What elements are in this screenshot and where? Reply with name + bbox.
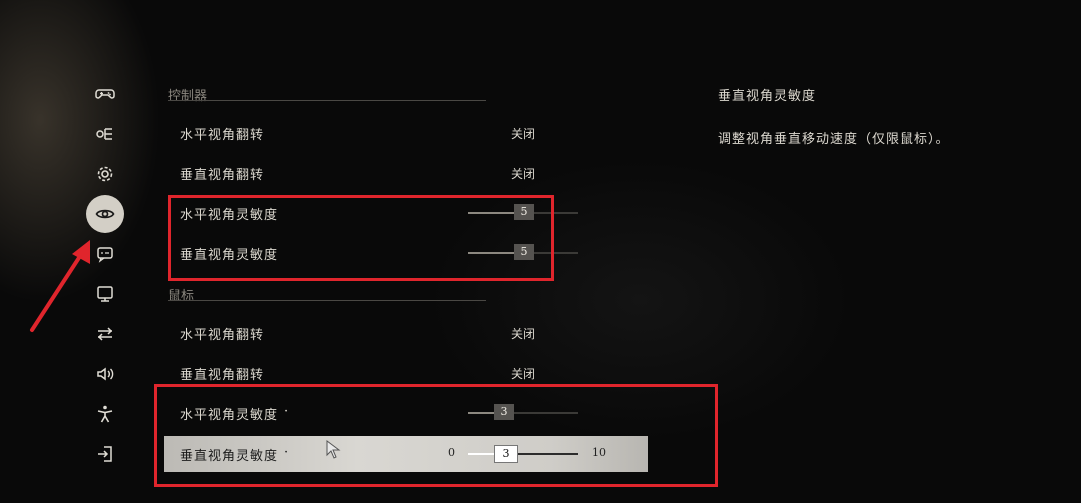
row-label: 垂直视角翻转	[180, 368, 265, 383]
exit-icon[interactable]	[86, 435, 124, 473]
toggle-value[interactable]: 关闭	[511, 325, 535, 342]
setting-row-mouse-horizontal-invert[interactable]: 水平视角翻转 关闭	[164, 315, 648, 351]
section-title-mouse: 鼠标	[168, 289, 195, 304]
annotation-box-mouse	[154, 384, 718, 487]
eye-icon[interactable]	[86, 195, 124, 233]
description-text: 调整视角垂直移动速度（仅限鼠标）。	[718, 132, 950, 147]
annotation-box-controller	[168, 195, 554, 281]
row-label: 水平视角翻转	[180, 128, 265, 143]
toggle-value[interactable]: 关闭	[511, 365, 535, 382]
toggle-value[interactable]: 关闭	[511, 165, 535, 182]
section-divider	[168, 100, 486, 101]
row-label: 垂直视角翻转	[180, 168, 265, 183]
section-divider	[168, 300, 486, 301]
annotation-arrow-icon	[30, 240, 90, 332]
controls-toggle-icon[interactable]	[86, 115, 124, 153]
row-label: 水平视角翻转	[180, 328, 265, 343]
gamepad-icon[interactable]	[86, 75, 124, 113]
section-title-controller: 控制器	[168, 89, 208, 104]
description-title: 垂直视角灵敏度	[718, 89, 817, 104]
gear-icon[interactable]	[86, 155, 124, 193]
accessibility-icon[interactable]	[86, 395, 124, 433]
setting-row-horizontal-invert[interactable]: 水平视角翻转 关闭	[164, 115, 648, 151]
toggle-value[interactable]: 关闭	[511, 125, 535, 142]
speaker-icon[interactable]	[86, 355, 124, 393]
setting-row-vertical-invert[interactable]: 垂直视角翻转 关闭	[164, 155, 648, 191]
